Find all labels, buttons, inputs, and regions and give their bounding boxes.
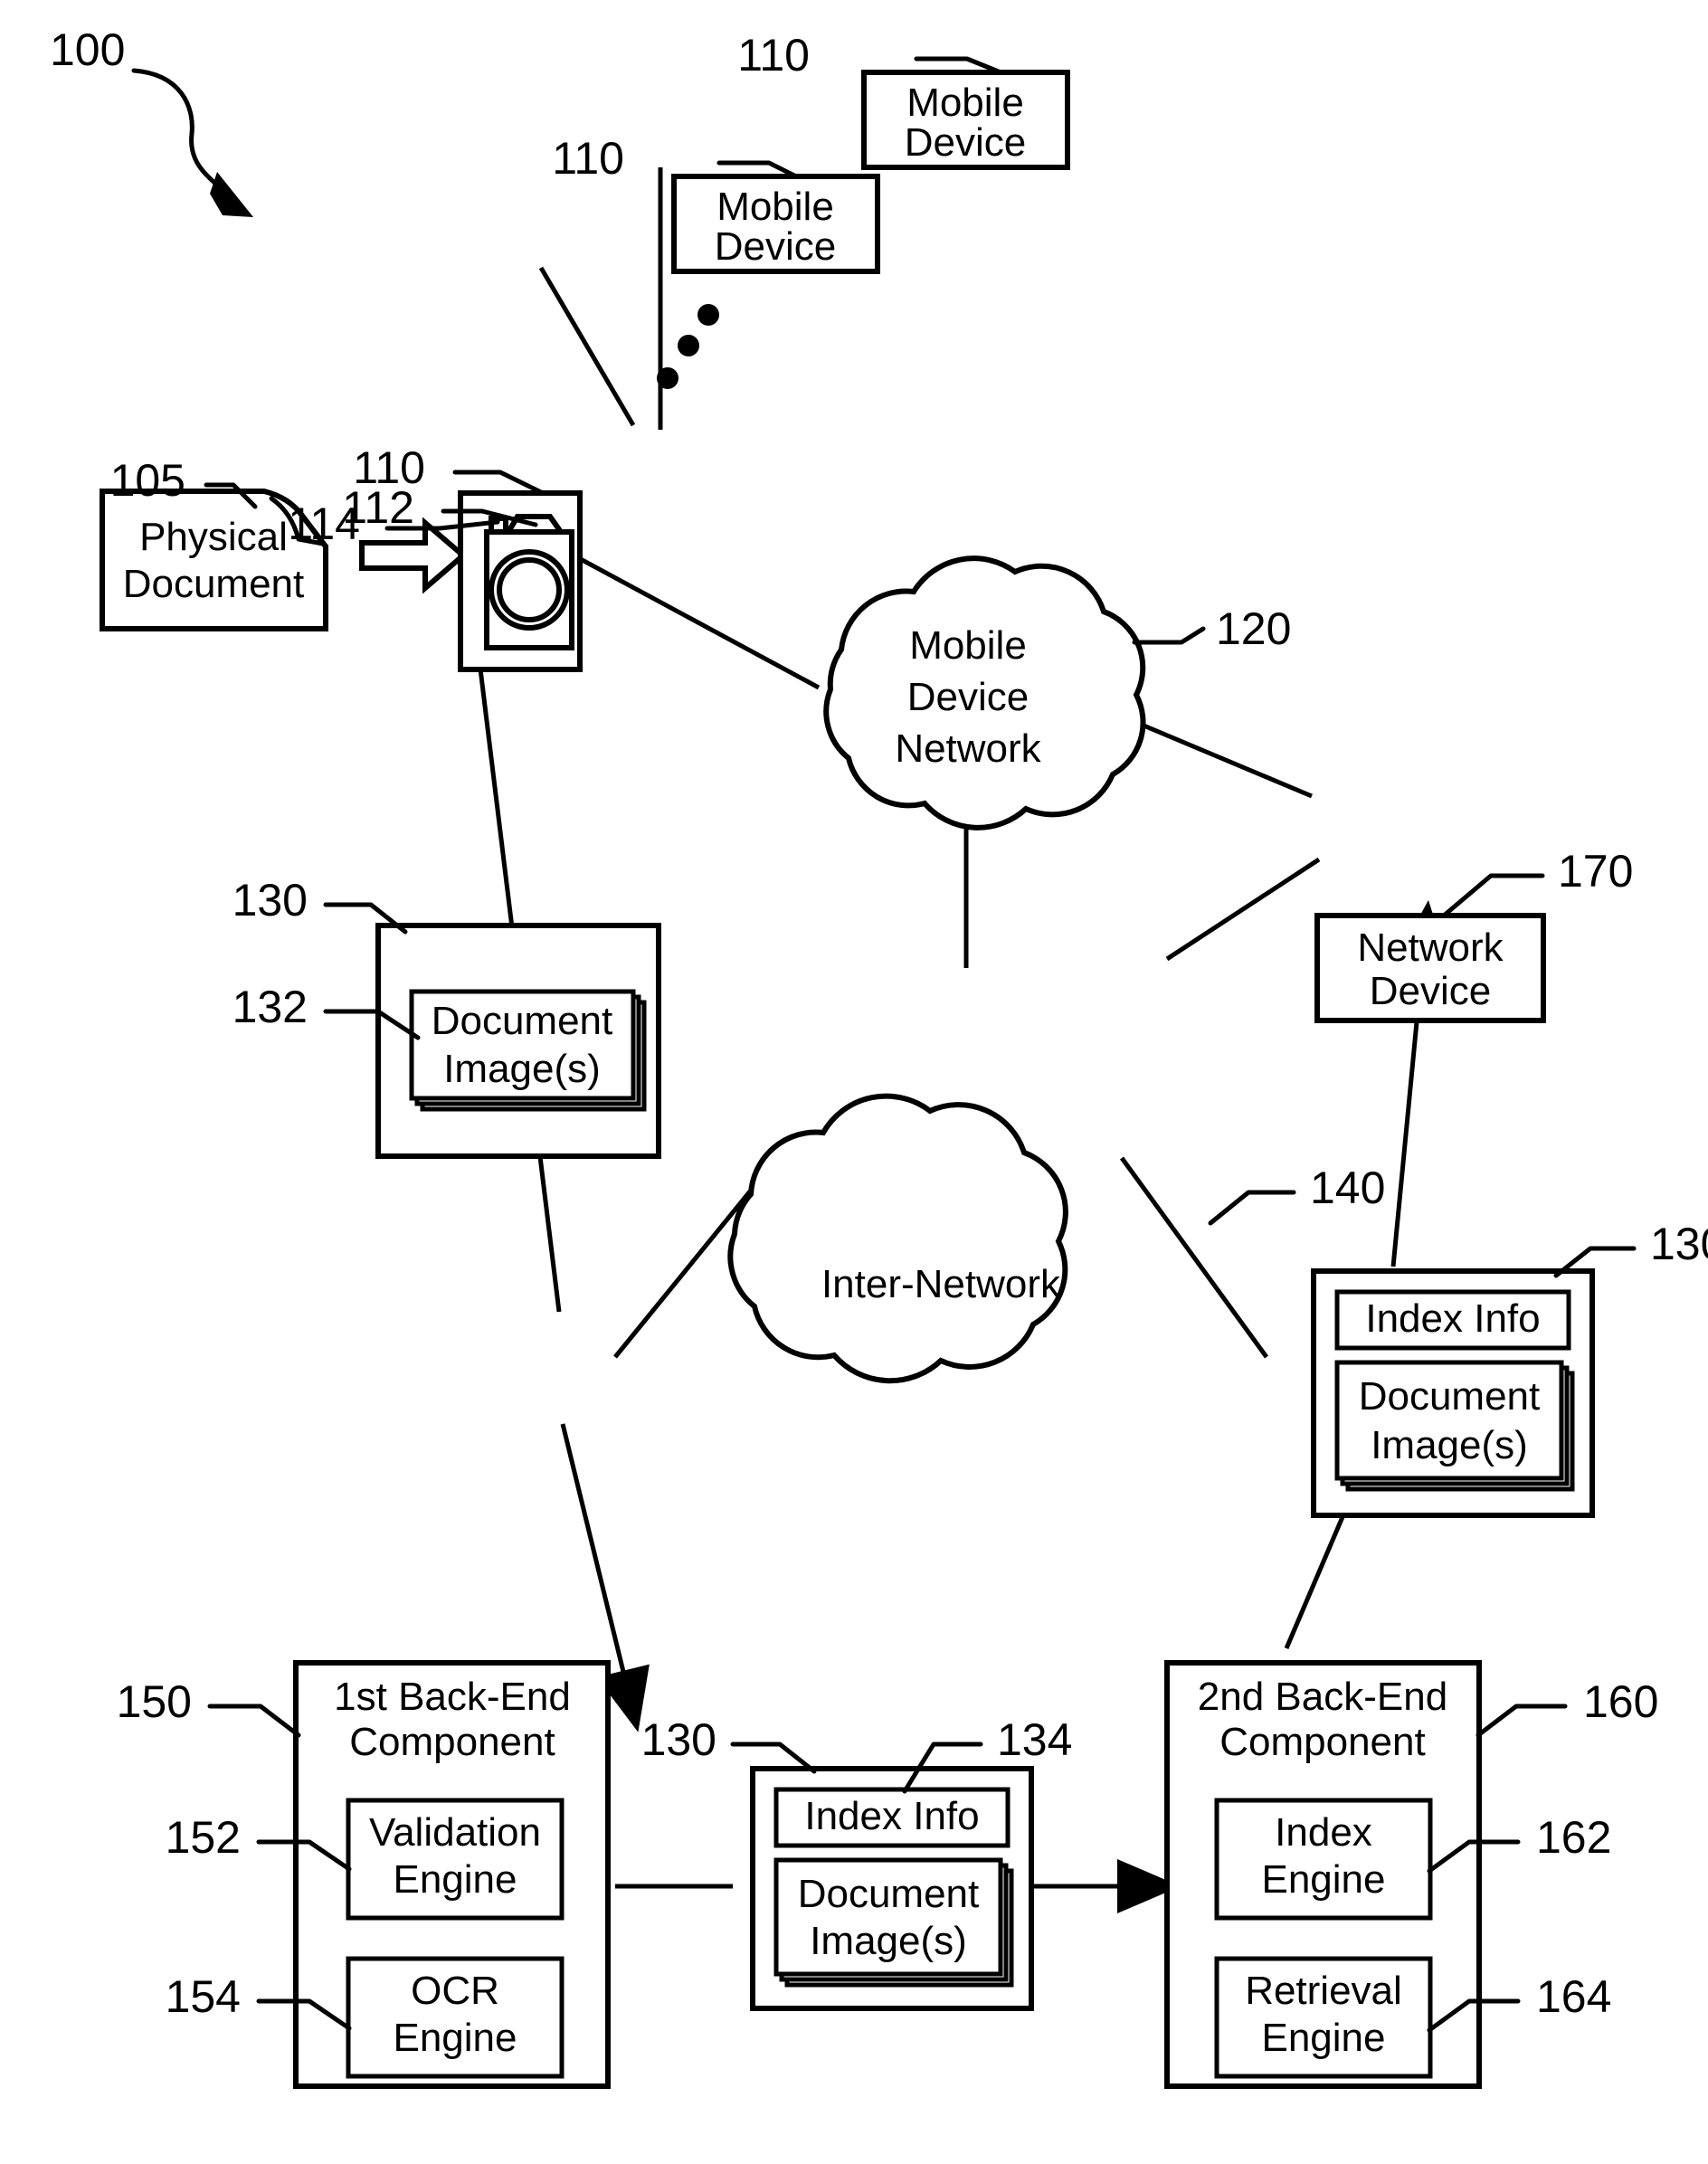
ref-110-b: 110 [552,133,624,184]
physical-document-label-line1: Physical [139,515,288,559]
second-backend-component[interactable]: 2nd Back-End Component Index Engine Retr… [1164,1660,1482,2089]
line-md2-to-cloud [538,266,636,427]
figure-number-arrow [131,68,253,217]
ref-114: 114 [288,498,360,549]
ref-130-a: 130 [232,875,308,925]
second-backend-title-line1: 2nd Back-End [1198,1675,1447,1719]
mobile-device-1[interactable]: Mobile Device [861,70,1070,170]
ocr-engine-line2: Engine [393,2016,517,2060]
ellipsis-dot-1 [697,304,719,326]
first-backend-title-line2: Component [349,1720,555,1764]
mobile-device-2-label-line1: Mobile [716,185,834,229]
ref-132: 132 [232,982,308,1032]
index-pkg-right-leader: 130 [1553,1219,1708,1278]
index-engine-line2: Engine [1261,1857,1385,1902]
doc-pkg-left-label-line2: Image(s) [443,1047,601,1091]
inter-network-leader: 140 [1208,1163,1385,1226]
ref-164: 164 [1536,1971,1611,2022]
ref-154: 154 [166,1971,241,2022]
line-camera-to-cloud [575,555,821,690]
ref-170: 170 [1558,846,1633,897]
validation-engine-line1: Validation [369,1810,541,1855]
figure-canvas: 100 Mobile Device 110 Mobile Device 110 … [50,24,1708,2089]
line-internet-to-netdevice [1165,857,1321,962]
ellipsis-dot-2 [678,335,699,356]
ellipsis-dots [657,304,719,389]
ref-130-c: 130 [641,1714,716,1765]
mdn-label-line3: Network [895,726,1041,771]
ref-140: 140 [1310,1163,1385,1213]
index-package-center[interactable]: Index Info Document Image(s) [750,1766,1034,2011]
index-pkg-right-label-line1: Document [1359,1374,1541,1419]
mobile-device-1-label-line1: Mobile [906,81,1024,125]
ref-152: 152 [166,1812,241,1863]
doc-pkg-left-label-line1: Document [432,999,613,1043]
index-pkg-center-label-line2: Image(s) [810,1919,967,1963]
index-pkg-right-index-label: Index Info [1365,1296,1540,1341]
index-package-right[interactable]: Index Info Document Image(s) [1311,1268,1595,1518]
camera-lens-inner [497,557,562,622]
figure-ref-100: 100 [50,24,125,75]
index-pkg-right-label-line2: Image(s) [1371,1423,1528,1467]
ref-160: 160 [1583,1676,1658,1727]
mdn-leader: 120 [1132,603,1291,654]
ref-110-a: 110 [737,30,810,81]
network-device[interactable]: Network Device [1314,913,1546,1023]
mdn-label-line1: Mobile [909,623,1027,668]
ref-105: 105 [110,455,185,506]
mdn-label-line2: Device [907,675,1030,719]
index-pkg-center-label-line1: Document [798,1872,980,1916]
physical-document-label-line2: Document [123,562,305,606]
ellipsis-dot-3 [657,367,678,389]
patent-figure: 100 Mobile Device 110 Mobile Device 110 … [0,0,1708,2164]
mobile-device-2[interactable]: Mobile Device [671,174,880,274]
inter-network-cloud[interactable]: Inter-Network [727,1093,1068,1384]
ref-162: 162 [1536,1812,1611,1863]
ref-134: 134 [997,1714,1072,1765]
inter-network-cloud-shape[interactable] [727,1093,1068,1384]
retrieval-engine-line1: Retrieval [1245,1969,1402,2013]
ocr-engine-line1: OCR [411,1969,499,2013]
document-image-package-left[interactable]: Document Image(s) [375,923,661,1159]
second-backend-title-line2: Component [1219,1720,1425,1764]
validation-engine-line2: Engine [393,1857,517,1902]
ref-120: 120 [1216,603,1291,654]
network-device-label-line2: Device [1370,969,1492,1013]
mobile-device-network-cloud[interactable]: Mobile Device Network [823,555,1146,830]
ref-130-b: 130 [1650,1219,1708,1269]
inter-network-label: Inter-Network [821,1262,1061,1306]
network-device-leader: 170 [1441,846,1633,918]
first-backend-title-line1: 1st Back-End [334,1675,571,1719]
network-device-label-line1: Network [1357,925,1504,970]
mobile-device-2-label-line2: Device [715,224,837,269]
index-engine-line1: Index [1275,1810,1372,1855]
line-internet-to-backend2 [1119,1156,1269,1359]
ref-150: 150 [117,1676,192,1727]
mobile-device-1-label-line2: Device [905,120,1027,165]
retrieval-engine-line2: Engine [1261,2016,1385,2060]
index-pkg-center-index-label: Index Info [804,1794,979,1838]
